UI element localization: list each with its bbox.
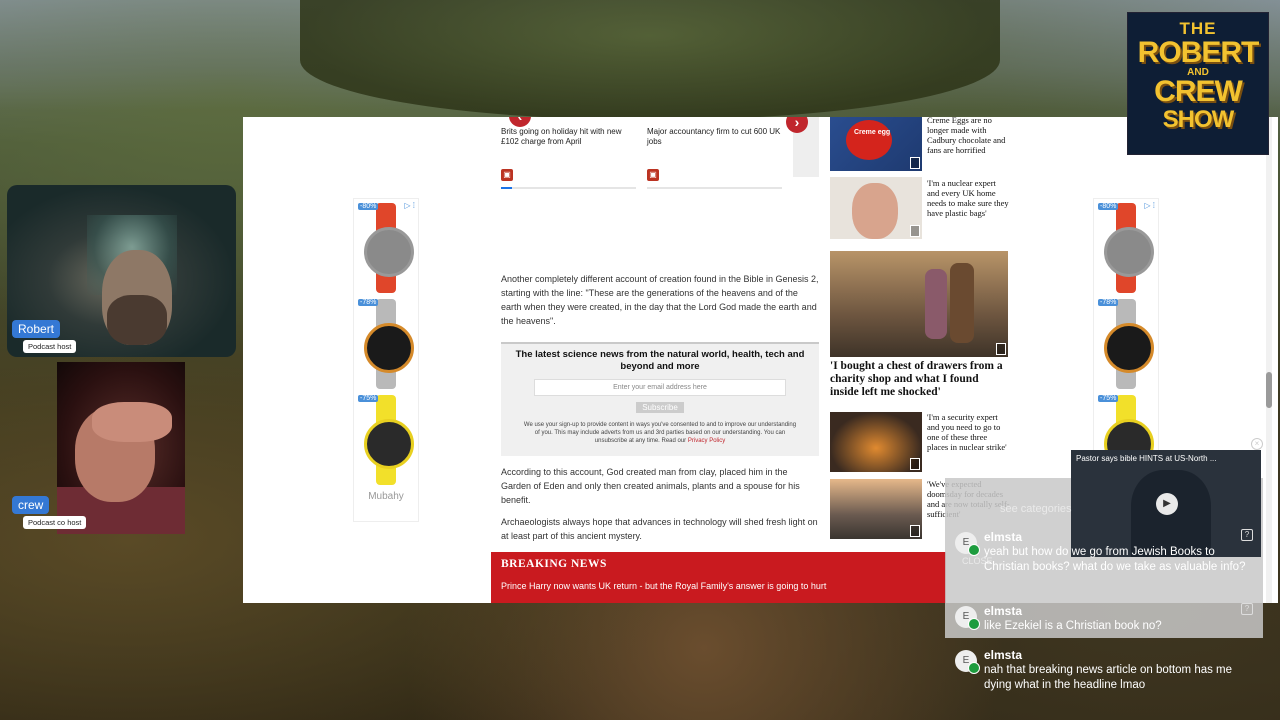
breaking-news-banner[interactable]: BREAKING NEWS Prince Harry now wants UK … (491, 552, 946, 603)
breaking-news-headline[interactable]: Prince Harry now wants UK return - but t… (501, 581, 826, 591)
discount-badge: -75% (1098, 395, 1119, 402)
carousel-card[interactable]: Major accountancy firm to cut 600 UK job… (647, 117, 782, 189)
chat-username[interactable]: elmsta (984, 648, 1022, 662)
carousel-card[interactable]: Brits going on holiday hit with new £102… (501, 117, 636, 189)
bookmark-icon[interactable] (910, 525, 920, 537)
ad-brand-label: Mubahy (368, 491, 404, 502)
cohost-role-tag: Podcast co host (23, 516, 87, 529)
watch-ad-left[interactable]: ▷ ⁞ -80% -78% -75% Mubahy (353, 198, 419, 522)
newsletter-signup: The latest science news from the natural… (501, 342, 819, 456)
host-webcam-crew (57, 362, 185, 534)
chat-message: E elmsta like Ezekiel is a Christian boo… (955, 604, 1250, 638)
close-icon[interactable]: × (1251, 438, 1263, 450)
host-role-tag: Podcast host (23, 340, 77, 353)
see-categories-link[interactable]: see categories (1000, 503, 1072, 515)
signup-fine-print: We use your sign-up to provide content i… (521, 421, 799, 445)
chat-text: nah that breaking news article on bottom… (984, 664, 1233, 691)
chat-username[interactable]: elmsta (984, 530, 1022, 544)
watch-product[interactable]: -78% (358, 299, 414, 389)
page-scrollbar[interactable] (1266, 117, 1272, 603)
watch-product[interactable]: -80% (1098, 203, 1154, 293)
carousel-progress (647, 187, 782, 189)
article-paragraph: Archaeologists always hope that advances… (501, 517, 818, 541)
breaking-news-label: BREAKING NEWS (501, 558, 607, 570)
sidebar-item-text[interactable]: 'I'm a nuclear expert and every UK home … (927, 178, 1010, 218)
help-icon[interactable]: ? (1241, 529, 1253, 541)
publisher-icon: ▣ (647, 169, 659, 181)
privacy-policy-link[interactable]: Privacy Policy (688, 438, 725, 444)
article-paragraph: According to this account, God created m… (501, 467, 800, 505)
thumb-label: Creme egg (854, 129, 891, 136)
sidebar-thumb[interactable] (830, 412, 922, 472)
fine-print-text: We use your sign-up to provide content i… (523, 422, 797, 444)
signup-heading: The latest science news from the natural… (515, 349, 805, 372)
article-body-lower: According to this account, God created m… (501, 465, 819, 543)
cohost-name-tag: crew (12, 496, 50, 514)
email-input[interactable]: Enter your email address here (534, 379, 786, 396)
article-paragraph: Another completely different account of … (501, 274, 819, 326)
related-carousel: Brits going on holiday hit with new £102… (501, 117, 819, 197)
sidebar-thumb[interactable] (830, 177, 922, 239)
sidebar-thumb[interactable] (830, 479, 922, 539)
online-status-icon (968, 662, 980, 674)
mini-player-title: Pastor says bible HINTS at US-North ... (1076, 454, 1217, 463)
discount-badge: -75% (358, 395, 379, 402)
carousel-card-title: Major accountancy firm to cut 600 UK job… (647, 127, 781, 146)
watch-product[interactable]: -80% (358, 203, 414, 293)
article-body: Another completely different account of … (501, 272, 819, 328)
background-tree (300, 0, 1000, 120)
play-icon[interactable]: ▶ (1156, 493, 1178, 515)
show-logo: THE ROBERT AND CREW SHOW (1127, 12, 1269, 155)
sidebar-feature-text[interactable]: 'I bought a chest of drawers from a char… (830, 360, 1008, 399)
logo-line: ROBERT (1137, 36, 1260, 69)
subscribe-button[interactable]: Subscribe (636, 402, 684, 413)
sidebar-item-text[interactable]: 'I'm a security expert and you need to g… (927, 412, 1010, 452)
carousel-progress (501, 187, 636, 189)
watch-product[interactable]: -75% (358, 395, 414, 485)
watch-product[interactable]: -78% (1098, 299, 1154, 389)
bookmark-icon[interactable] (910, 458, 920, 470)
bookmark-icon[interactable] (996, 343, 1006, 355)
publisher-icon: ▣ (501, 169, 513, 181)
scrollbar-thumb[interactable] (1266, 372, 1272, 408)
chat-text: yeah but how do we go from Jewish Books … (984, 546, 1246, 573)
discount-badge: -78% (1098, 299, 1119, 306)
carousel-card-title: Brits going on holiday hit with new £102… (501, 127, 622, 146)
host-name-tag: Robert (12, 320, 61, 338)
chat-username[interactable]: elmsta (984, 604, 1022, 618)
help-icon[interactable]: ? (1241, 603, 1253, 615)
sidebar-thumb[interactable] (830, 251, 1008, 357)
chat-text: like Ezekiel is a Christian book no? (984, 620, 1162, 632)
online-status-icon (968, 618, 980, 630)
bookmark-icon[interactable] (910, 225, 920, 237)
chat-message: E elmsta nah that breaking news article … (955, 648, 1250, 696)
chat-message: E elmsta yeah but how do we go from Jewi… (955, 530, 1250, 590)
discount-badge: -78% (358, 299, 379, 306)
logo-line: SHOW (1162, 106, 1235, 133)
sidebar-item-text[interactable]: Creme Eggs are no longer made with Cadbu… (927, 117, 1010, 155)
online-status-icon (968, 544, 980, 556)
discount-badge: -80% (1098, 203, 1119, 210)
bookmark-icon[interactable] (910, 157, 920, 169)
discount-badge: -80% (358, 203, 379, 210)
sidebar-thumb[interactable]: Creme egg (830, 117, 922, 171)
logo-line: CREW (1154, 75, 1243, 108)
